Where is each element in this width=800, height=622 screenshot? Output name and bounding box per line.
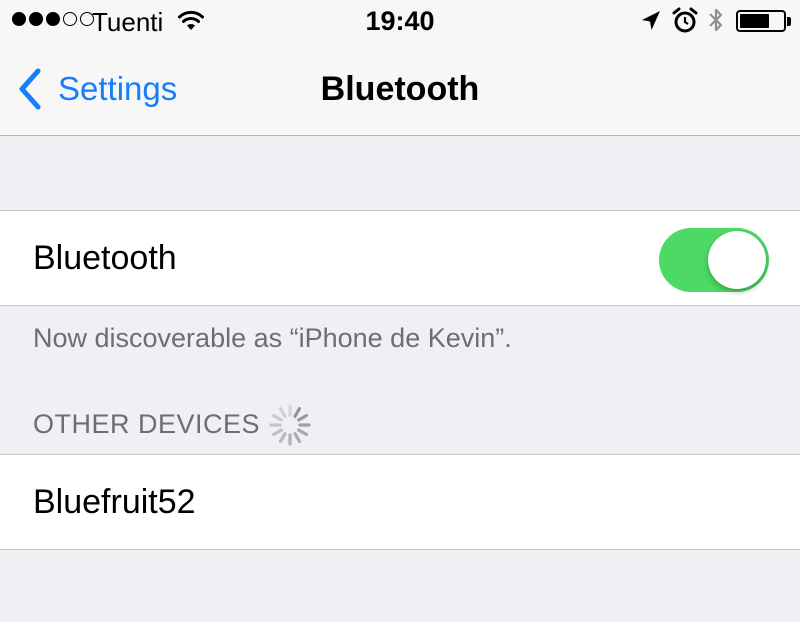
spinner-spoke: [278, 432, 287, 444]
discoverable-note: Now discoverable as “iPhone de Kevin”.: [33, 323, 512, 353]
spinner-spoke: [297, 413, 309, 422]
bluetooth-label: Bluetooth: [33, 239, 177, 277]
spinner-spoke: [297, 428, 309, 437]
spinner-spoke: [271, 413, 283, 422]
toggle-knob: [708, 231, 766, 289]
list-item[interactable]: Bluefruit52: [0, 455, 800, 549]
bluetooth-settings-group: Bluetooth: [0, 210, 800, 306]
location-arrow-icon: [640, 9, 662, 40]
spinner-spoke: [271, 428, 283, 437]
bluetooth-icon: [706, 6, 726, 43]
device-name: Bluefruit52: [33, 483, 196, 521]
navigation-bar: Settings Bluetooth: [0, 44, 800, 136]
spinner-spoke: [293, 406, 302, 418]
alarm-icon: [672, 7, 698, 42]
bluetooth-toggle[interactable]: [659, 228, 769, 292]
loading-spinner-icon: [268, 403, 312, 452]
other-devices-list: Bluefruit52: [0, 454, 800, 550]
battery-tip: [787, 17, 791, 26]
page-title: Bluetooth: [320, 70, 480, 108]
battery-icon: [736, 10, 786, 32]
spinner-spoke: [278, 406, 287, 418]
battery-level: [740, 14, 769, 28]
spinner-spoke: [293, 432, 302, 444]
other-devices-header: OTHER DEVICES: [33, 409, 261, 439]
status-bar: Tuenti 19:40: [0, 0, 800, 44]
